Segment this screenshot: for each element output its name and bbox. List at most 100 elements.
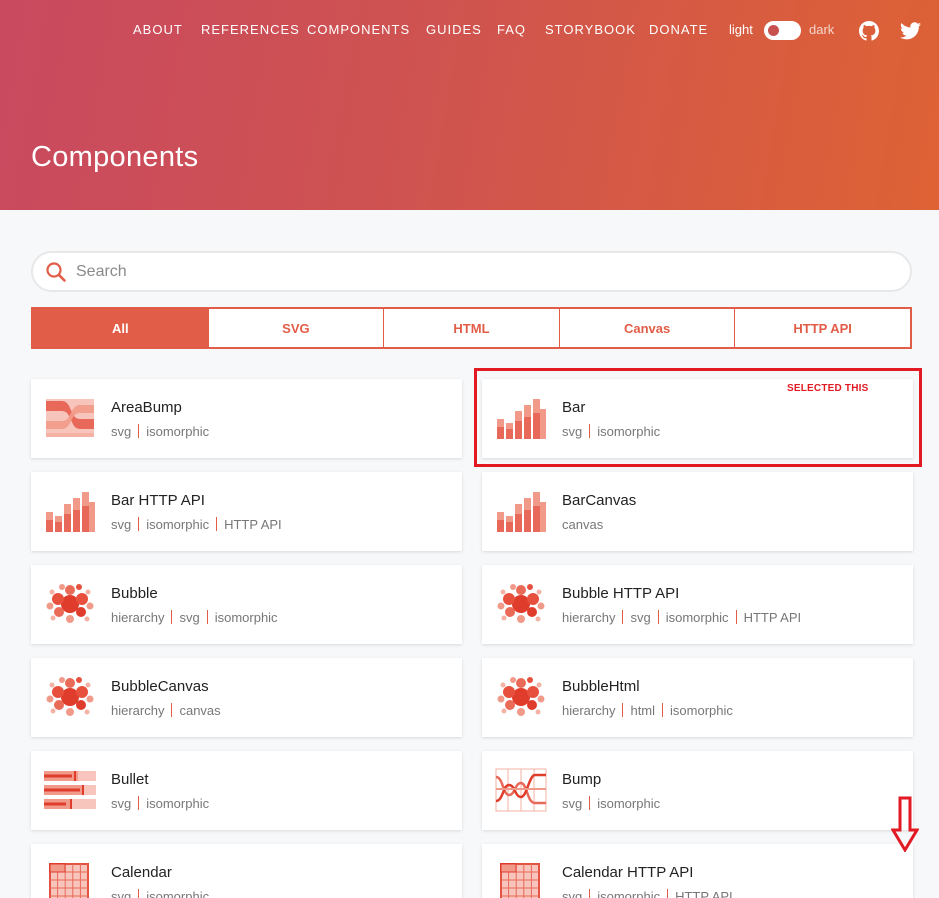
twitter-icon[interactable] xyxy=(900,22,921,40)
component-name: Bar HTTP API xyxy=(111,492,205,509)
nav-faq[interactable]: FAQ xyxy=(497,22,526,37)
component-tag: svg xyxy=(111,424,132,439)
nav-components[interactable]: COMPONENTS xyxy=(307,22,410,37)
component-card-bullet[interactable]: Bullet svg isomorphic xyxy=(31,751,462,830)
bar-chart-icon xyxy=(44,488,96,534)
component-tag: isomorphic xyxy=(665,610,729,625)
component-tag: HTTP API xyxy=(224,517,282,532)
component-tag: svg xyxy=(179,610,200,625)
selection-annotation: SELECTED THIS xyxy=(787,383,869,394)
component-card-bubblehtml[interactable]: BubbleHtml hierarchy html isomorphic xyxy=(482,658,913,737)
search-input[interactable] xyxy=(76,262,876,282)
component-card-calendar[interactable]: Calendar svg isomorphic xyxy=(31,844,462,898)
component-tag: HTTP API xyxy=(675,889,733,898)
component-name: Bubble HTTP API xyxy=(562,585,680,602)
tag-separator xyxy=(206,610,208,624)
component-card-bubble-http-api[interactable]: Bubble HTTP API hierarchy svg isomorphic HTT… xyxy=(482,565,913,644)
component-tag: isomorphic xyxy=(597,796,661,811)
tab-svg[interactable]: SVG xyxy=(209,309,385,347)
component-tag: hierarchy xyxy=(111,703,165,718)
component-tags: svg isomorphic xyxy=(111,889,209,898)
component-tags: svg isomorphic HTTP API xyxy=(562,889,733,898)
tag-separator xyxy=(138,889,140,898)
calendar-icon xyxy=(495,860,547,898)
component-card-bubble[interactable]: Bubble hierarchy svg isomorphic xyxy=(31,565,462,644)
component-tag: hierarchy xyxy=(111,610,165,625)
component-name: Calendar HTTP API xyxy=(562,864,694,881)
tag-separator xyxy=(735,610,737,624)
component-name: Bullet xyxy=(111,771,149,788)
component-tags: svg isomorphic xyxy=(111,796,209,811)
tag-separator xyxy=(662,703,664,717)
component-tag: HTTP API xyxy=(743,610,802,625)
bar-chart-icon xyxy=(495,488,547,534)
top-nav: ABOUT REFERENCES COMPONENTS GUIDES FAQ S… xyxy=(0,21,939,42)
component-card-bubblecanvas[interactable]: BubbleCanvas hierarchy canvas xyxy=(31,658,462,737)
tab-all[interactable]: All xyxy=(33,309,209,347)
component-tag: svg xyxy=(562,796,583,811)
component-tag: svg xyxy=(562,889,583,898)
tab-html[interactable]: HTML xyxy=(384,309,560,347)
nav-about[interactable]: ABOUT xyxy=(133,22,183,37)
nav-references[interactable]: REFERENCES xyxy=(201,22,300,37)
component-tag: isomorphic xyxy=(214,610,278,625)
nav-donate[interactable]: DONATE xyxy=(649,22,708,37)
component-name: Bubble xyxy=(111,585,158,602)
tag-separator xyxy=(216,517,218,531)
component-tag: svg xyxy=(111,517,132,532)
page-title: Components xyxy=(31,141,199,173)
component-tag: canvas xyxy=(562,517,604,532)
bubble-icon xyxy=(44,581,96,627)
theme-toggle[interactable] xyxy=(764,21,801,40)
tab-http-api[interactable]: HTTP API xyxy=(735,309,910,347)
search-icon xyxy=(46,262,66,282)
component-name: Bump xyxy=(562,771,602,788)
component-tags: svg isomorphic xyxy=(111,424,209,439)
component-tag: isomorphic xyxy=(146,517,210,532)
component-tag: hierarchy xyxy=(562,610,616,625)
component-tag: canvas xyxy=(179,703,221,718)
component-card-bump[interactable]: Bump svg isomorphic xyxy=(482,751,913,830)
component-tags: hierarchy svg isomorphic HTTP API xyxy=(562,610,801,625)
tab-canvas[interactable]: Canvas xyxy=(560,309,736,347)
nav-guides[interactable]: GUIDES xyxy=(426,22,482,37)
theme-light-label: light xyxy=(729,22,753,37)
down-arrow-icon xyxy=(891,796,919,852)
nav-storybook[interactable]: STORYBOOK xyxy=(545,22,636,37)
component-name: AreaBump xyxy=(111,399,182,416)
filter-tabs: All SVG HTML Canvas HTTP API xyxy=(31,307,912,349)
component-tags: hierarchy canvas xyxy=(111,703,221,718)
component-card-areabump[interactable]: AreaBump svg isomorphic xyxy=(31,379,462,458)
component-card-bar-http-api[interactable]: Bar HTTP API svg isomorphic HTTP API xyxy=(31,472,462,551)
component-tag: svg xyxy=(630,610,651,625)
component-tag: isomorphic xyxy=(146,889,210,898)
github-icon[interactable] xyxy=(859,21,879,41)
component-name: Calendar xyxy=(111,864,172,881)
component-tags: hierarchy html isomorphic xyxy=(562,703,733,718)
component-tag: html xyxy=(630,703,656,718)
component-card-barcanvas[interactable]: BarCanvas canvas xyxy=(482,472,913,551)
tag-separator xyxy=(138,517,140,531)
component-tags: svg isomorphic xyxy=(562,796,660,811)
component-tag: svg xyxy=(111,796,132,811)
bubble-icon xyxy=(495,674,547,720)
theme-dark-label: dark xyxy=(809,22,835,37)
component-tag: isomorphic xyxy=(146,796,210,811)
bullet-icon xyxy=(44,767,96,813)
page-header: ABOUT REFERENCES COMPONENTS GUIDES FAQ S… xyxy=(0,0,939,210)
component-card-calendar-http-api[interactable]: Calendar HTTP API svg isomorphic HTTP API xyxy=(482,844,913,898)
component-tags: canvas xyxy=(562,517,603,532)
component-name: BubbleCanvas xyxy=(111,678,209,695)
bubble-icon xyxy=(495,581,547,627)
tag-separator xyxy=(657,610,659,624)
component-tag: hierarchy xyxy=(562,703,616,718)
tag-separator xyxy=(171,703,173,717)
tag-separator xyxy=(667,889,669,898)
tag-separator xyxy=(171,610,173,624)
component-tags: hierarchy svg isomorphic xyxy=(111,610,278,625)
areabump-icon xyxy=(44,395,96,441)
calendar-icon xyxy=(44,860,96,898)
component-name: BarCanvas xyxy=(562,492,637,509)
tag-separator xyxy=(622,610,624,624)
component-name: BubbleHtml xyxy=(562,678,640,695)
